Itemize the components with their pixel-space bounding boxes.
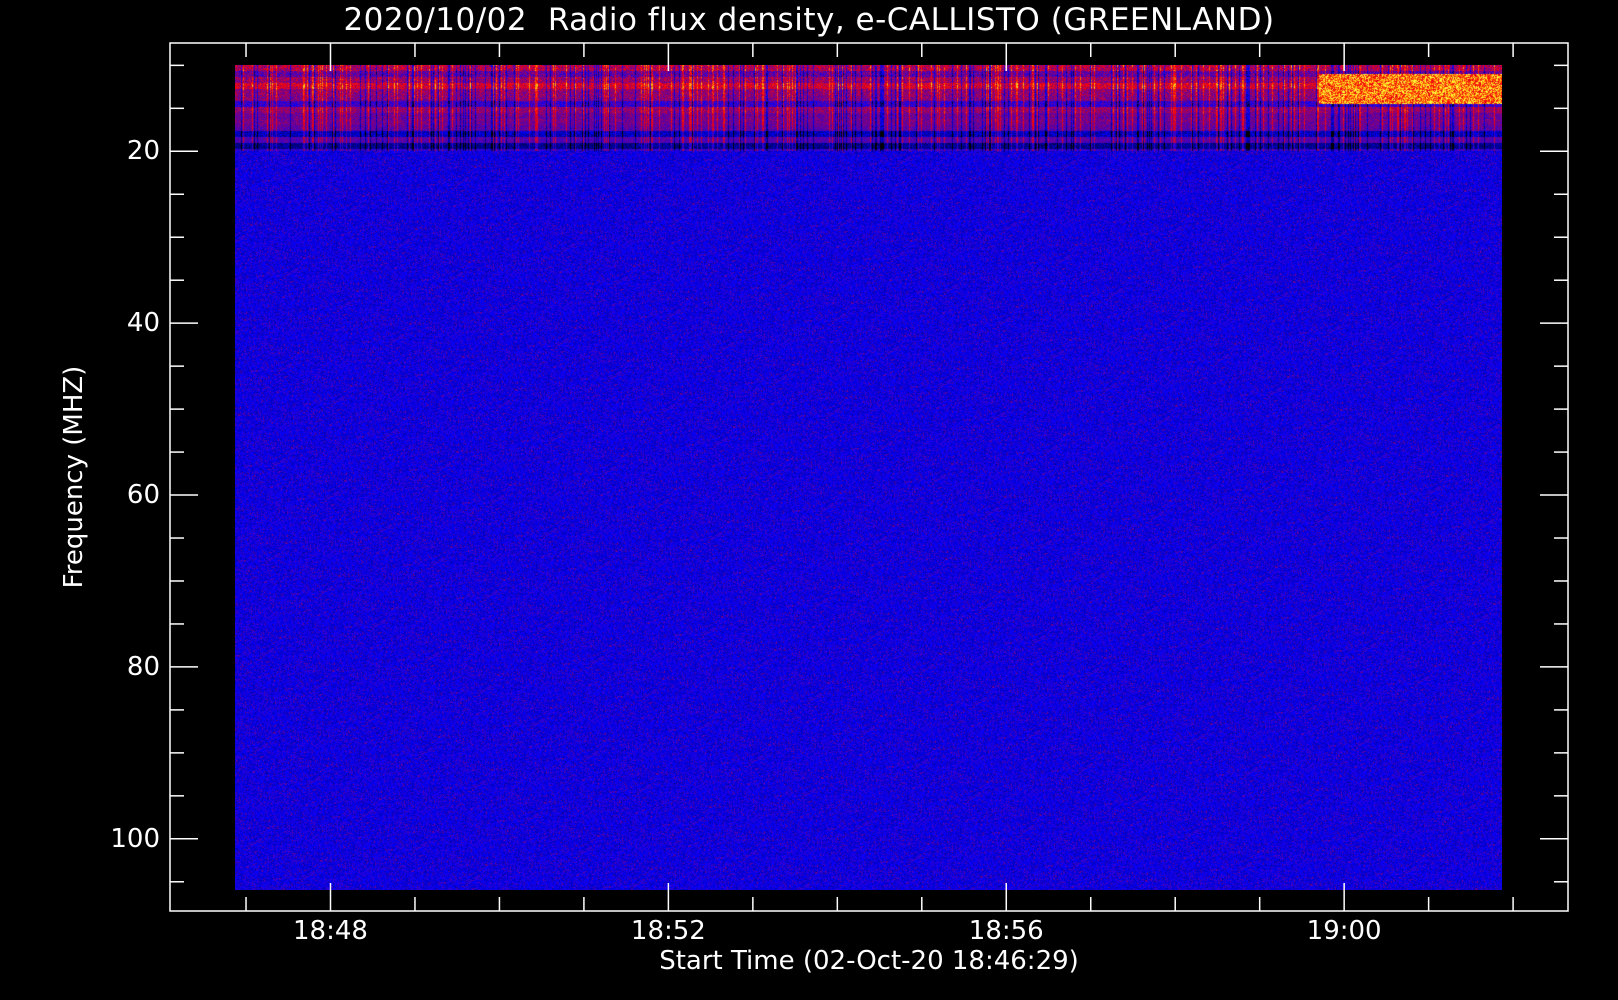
x-tick-label: 18:48 <box>293 916 368 946</box>
y-tick-label: 100 <box>110 823 160 854</box>
y-tick-label: 40 <box>126 308 160 339</box>
x-axis-label: Start Time (02-Oct-20 18:46:29) <box>659 946 1079 976</box>
x-tick-label: 18:52 <box>630 916 706 946</box>
y-tick-label: 20 <box>126 136 160 167</box>
y-tick-label: 80 <box>126 651 160 682</box>
plot-axes <box>169 42 1569 912</box>
plot-frame <box>169 42 1569 912</box>
y-axis-label: Frequency (MHZ) <box>59 365 89 589</box>
x-tick-label: 19:00 <box>1306 916 1382 946</box>
y-tick-label: 60 <box>126 480 160 511</box>
x-tick-label: 18:56 <box>968 916 1044 946</box>
